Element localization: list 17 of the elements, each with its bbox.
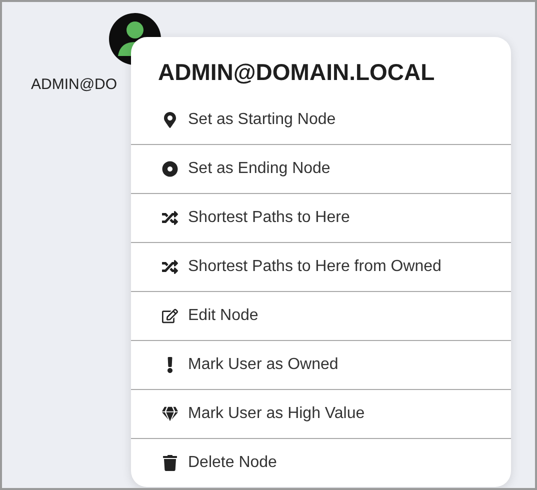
menu-item[interactable]: Edit Node: [131, 291, 511, 340]
menu-item[interactable]: Shortest Paths to Here: [131, 193, 511, 242]
shuffle-icon: [162, 210, 178, 226]
edit-icon: [162, 308, 178, 324]
menu-item[interactable]: Delete Node: [131, 438, 511, 487]
node-label: ADMIN@DO: [31, 75, 118, 95]
gem-icon: [162, 406, 178, 422]
menu-item[interactable]: Mark User as Owned: [131, 340, 511, 389]
menu-title: ADMIN@DOMAIN.LOCAL: [158, 58, 435, 87]
menu-item[interactable]: Set as Ending Node: [131, 144, 511, 193]
shuffle-icon: [162, 259, 178, 275]
menu-item[interactable]: Set as Starting Node: [131, 95, 511, 144]
map-pin-icon: [162, 112, 178, 128]
menu-item[interactable]: Mark User as High Value: [131, 389, 511, 438]
trash-icon: [162, 455, 178, 471]
target-icon: [162, 161, 178, 177]
menu-item[interactable]: Shortest Paths to Here from Owned: [131, 242, 511, 291]
